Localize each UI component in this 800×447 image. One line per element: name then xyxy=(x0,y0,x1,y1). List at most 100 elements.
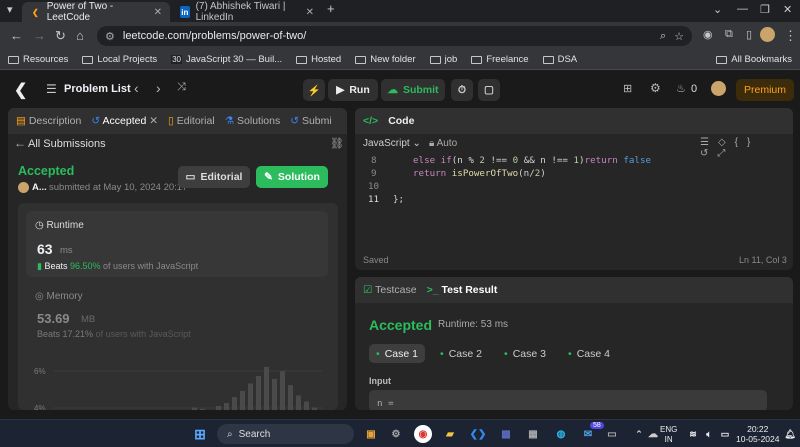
terminal-icon[interactable]: ▭ xyxy=(603,425,621,443)
bookmark-javascript30[interactable]: 30 JavaScript 30 — Buil... xyxy=(171,54,282,65)
close-icon[interactable]: ✕ xyxy=(154,7,162,18)
back-arrow-icon[interactable]: ← xyxy=(14,136,26,150)
bookmark-new-folder[interactable]: New folder xyxy=(355,54,416,65)
teams-icon[interactable]: ▩ xyxy=(497,425,515,443)
user-avatar[interactable] xyxy=(711,81,726,96)
debug-button[interactable]: ⚡ xyxy=(303,79,325,101)
profile-avatar[interactable] xyxy=(760,27,775,42)
settings-gear-icon[interactable]: ⚙ xyxy=(650,81,661,95)
notes-button[interactable]: ▢ xyxy=(478,79,500,101)
tab-search-icon[interactable]: ▾ xyxy=(7,3,13,16)
premium-button[interactable]: Premium xyxy=(736,79,794,101)
extension-icon[interactable]: ◉ xyxy=(703,28,713,41)
vscode-icon[interactable]: ❮❯ xyxy=(469,425,487,443)
widgets-icon[interactable]: ▣ xyxy=(362,425,380,443)
bookmark-icon[interactable]: ◇ xyxy=(718,137,735,148)
leetcode-logo-icon[interactable]: ❮ xyxy=(14,80,27,100)
code-editor[interactable]: 8 else if(n % 2 !== 0 && n !== 1)return … xyxy=(355,155,793,207)
chrome-icon[interactable]: ◉ xyxy=(414,425,432,443)
omnibox[interactable]: ⚙ leetcode.com/problems/power-of-two/ ⌕ … xyxy=(97,26,692,46)
close-window-button[interactable]: ✕ xyxy=(783,3,792,16)
side-panel-icon[interactable]: ▯ xyxy=(746,28,752,41)
close-icon[interactable]: ✕ xyxy=(149,115,158,127)
shuffle-icon[interactable]: ⤨ xyxy=(177,81,186,94)
file-explorer-icon[interactable]: ▰ xyxy=(441,425,459,443)
case-1-tab[interactable]: • Case 1 xyxy=(369,344,425,363)
site-info-icon[interactable]: ⚙ xyxy=(105,30,115,43)
case-4-tab[interactable]: • Case 4 xyxy=(561,344,617,363)
cursor-position: Ln 11, Col 3 xyxy=(739,255,787,265)
settings-gear-icon[interactable]: ⚙ xyxy=(387,425,405,443)
case-3-tab[interactable]: • Case 3 xyxy=(497,344,553,363)
format-icon[interactable]: ☰ xyxy=(700,137,718,148)
language-label: JavaScript xyxy=(363,138,410,149)
solution-button[interactable]: ✎ Solution xyxy=(256,166,328,188)
tab-linkedin[interactable]: in (7) Abhishek Tiwari | LinkedIn ✕ xyxy=(172,1,322,23)
reload-icon[interactable]: ↻ xyxy=(55,28,66,44)
editorial-button[interactable]: ▭ Editorial xyxy=(178,166,250,188)
username[interactable]: A... xyxy=(32,182,47,193)
battery-icon[interactable]: ▭ xyxy=(716,425,734,443)
bookmark-resources[interactable]: Resources xyxy=(8,54,68,65)
notification-bell-icon[interactable]: 🔔︎ xyxy=(781,425,799,443)
runtime-card[interactable]: ◷ Runtime 63 ms ▮ Beats 96.50% of users … xyxy=(26,211,328,277)
case-label: Case 3 xyxy=(512,347,546,360)
submit-button[interactable]: ☁ Submit xyxy=(381,79,445,101)
bookmark-dsa[interactable]: DSA xyxy=(542,54,577,65)
lang-bottom: IN xyxy=(664,435,673,444)
folder-icon xyxy=(542,55,554,64)
windows-start-icon[interactable]: ⊞ xyxy=(191,425,209,443)
braces-icon[interactable]: {} xyxy=(735,137,760,148)
close-icon[interactable]: ✕ xyxy=(306,7,314,18)
memory-card[interactable]: ◎ Memory 53.69 MB Beats 17.21% of users … xyxy=(26,287,328,347)
language-indicator[interactable]: ENG IN xyxy=(660,425,677,445)
all-submissions-link[interactable]: All Submissions xyxy=(28,138,106,150)
fire-icon[interactable]: ♨ xyxy=(676,82,686,95)
distribution-chart[interactable]: 6% 4% xyxy=(26,355,328,410)
back-icon[interactable]: ← xyxy=(10,28,23,43)
bookmark-hosted[interactable]: Hosted xyxy=(296,54,341,65)
tab-leetcode[interactable]: ❮ Power of Two - LeetCode ✕ xyxy=(22,1,170,23)
prev-problem-icon[interactable]: ‹ xyxy=(134,80,139,96)
timer-button[interactable]: ⏱ xyxy=(451,79,473,101)
bookmark-star-icon[interactable]: ☆ xyxy=(674,30,684,43)
tab-solutions[interactable]: ⚗ Solutions xyxy=(225,115,281,127)
edge-icon[interactable]: ◍ xyxy=(552,425,570,443)
linkedin-icon: in xyxy=(180,6,190,18)
layout-icon[interactable]: ⊞ xyxy=(623,82,632,95)
clock[interactable]: 20:22 10-05-2024 xyxy=(736,424,779,444)
bookmark-freelance[interactable]: Freelance xyxy=(471,54,529,65)
line-number: 11 xyxy=(368,194,380,205)
extensions-puzzle-icon[interactable]: ⧉ xyxy=(725,28,733,41)
bookmark-label: New folder xyxy=(370,54,416,65)
minimize-button[interactable]: — xyxy=(737,3,748,15)
tab-testcase[interactable]: ☑ Testcase xyxy=(363,284,417,296)
next-problem-icon[interactable]: › xyxy=(156,80,161,96)
case-2-tab[interactable]: • Case 2 xyxy=(433,344,489,363)
problem-list-icon: ☰ xyxy=(46,82,57,96)
tab-editorial[interactable]: ▯ Editorial xyxy=(168,115,215,127)
result-status: Accepted xyxy=(369,317,433,333)
menu-icon[interactable]: ⋮ xyxy=(784,28,797,44)
folder-icon xyxy=(716,55,728,64)
maximize-button[interactable]: ❐ xyxy=(760,3,770,16)
run-button[interactable]: ▶ Run xyxy=(328,79,378,101)
tab-description[interactable]: ▤ Description xyxy=(16,115,81,127)
tab-submissions[interactable]: ↺ Submi xyxy=(290,115,332,127)
language-selector[interactable]: JavaScript ⌄ xyxy=(363,138,421,149)
all-bookmarks[interactable]: All Bookmarks xyxy=(716,54,792,65)
bookmark-local-projects[interactable]: Local Projects xyxy=(82,54,157,65)
new-tab-button[interactable]: + xyxy=(327,1,335,16)
taskbar-search[interactable]: ⌕ Search xyxy=(217,424,354,444)
zoom-icon[interactable]: ⌕ xyxy=(660,30,666,43)
home-icon[interactable]: ⌂ xyxy=(76,28,84,43)
bookmark-job[interactable]: job xyxy=(429,54,457,65)
link-icon[interactable]: ⛓ xyxy=(330,137,344,150)
calculator-icon[interactable]: ▦ xyxy=(524,425,542,443)
forward-icon[interactable]: → xyxy=(33,28,46,43)
tab-accepted[interactable]: ↺ Accepted ✕ xyxy=(91,115,158,127)
problem-list-link[interactable]: Problem List xyxy=(64,83,131,95)
auto-mode[interactable]: 🔒︎ Auto xyxy=(429,138,457,149)
chevron-down-icon[interactable]: ⌄ xyxy=(713,3,722,16)
tab-test-result[interactable]: >_ Test Result xyxy=(427,284,498,296)
